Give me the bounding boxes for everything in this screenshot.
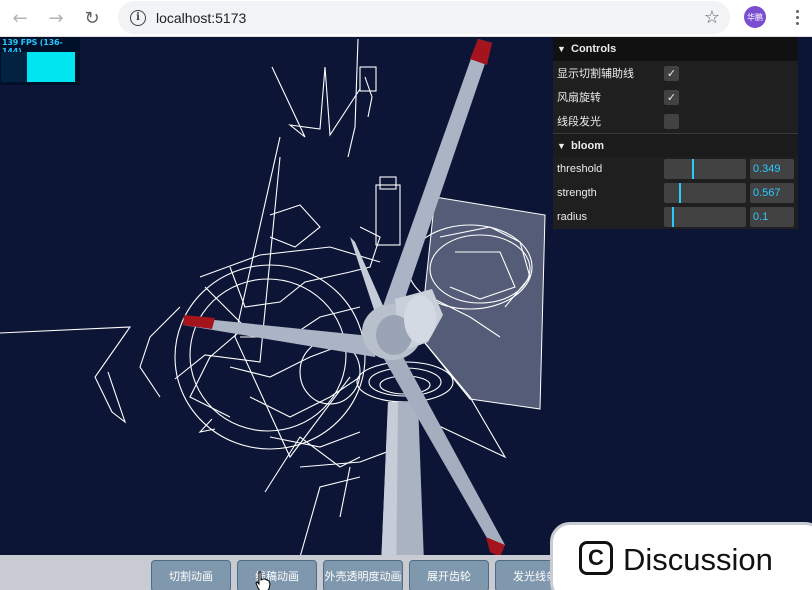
control-label: 显示切割辅助线 — [557, 68, 634, 80]
param-label: radius — [557, 211, 587, 223]
browser-toolbar: ← → ↻ i localhost:5173 ☆ 华鹏 — [0, 0, 812, 37]
address-bar[interactable]: i localhost:5173 ☆ — [118, 1, 730, 34]
wireframe-animation-button[interactable]: 线稿动画 — [237, 560, 317, 590]
control-show-cut-guides[interactable]: 显示切割辅助线 ✓ — [553, 61, 798, 85]
checkbox-fan-rotation[interactable]: ✓ — [664, 89, 679, 105]
back-arrow-icon[interactable]: ← — [6, 4, 34, 32]
control-line-glow[interactable]: 线段发光 — [553, 109, 798, 133]
profile-avatar[interactable]: 华鹏 — [744, 6, 766, 28]
bloom-radius-row[interactable]: radius 0.1 — [553, 205, 798, 229]
bloom-threshold-row[interactable]: threshold 0.349 — [553, 157, 798, 181]
threshold-slider[interactable] — [664, 159, 746, 179]
discussion-logo-icon: C — [579, 541, 613, 575]
param-label: threshold — [557, 163, 603, 175]
fps-stats-panel[interactable]: 139 FPS (136-144) — [0, 37, 80, 85]
slider-knob[interactable] — [679, 183, 681, 203]
slider-knob[interactable] — [672, 207, 674, 227]
checkbox-show-cut-guides[interactable]: ✓ — [664, 65, 679, 81]
kebab-menu-icon[interactable] — [787, 6, 807, 28]
forward-arrow-icon[interactable]: → — [42, 4, 70, 32]
chevron-down-icon: ▼ — [557, 140, 566, 151]
url-text: localhost:5173 — [156, 9, 247, 26]
webgl-viewport[interactable]: 139 FPS (136-144) ▼ Controls 显示切割辅助线 ✓ 风… — [0, 37, 812, 590]
controls-title: Controls — [571, 43, 617, 55]
fps-graph-bar — [27, 52, 75, 82]
discussion-label: Discussion — [623, 542, 773, 577]
reload-icon[interactable]: ↻ — [78, 4, 106, 32]
bookmark-star-icon[interactable]: ☆ — [704, 7, 720, 28]
bloom-title: bloom — [571, 139, 604, 152]
expand-gears-button[interactable]: 展开齿轮 — [409, 560, 489, 590]
strength-input[interactable]: 0.567 — [750, 183, 794, 203]
param-label: strength — [557, 187, 597, 199]
control-label: 风扇旋转 — [557, 92, 601, 104]
fps-graph — [1, 52, 75, 82]
radius-slider[interactable] — [664, 207, 746, 227]
radius-input[interactable]: 0.1 — [750, 207, 794, 227]
slider-knob[interactable] — [692, 159, 694, 179]
control-fan-rotation[interactable]: 风扇旋转 ✓ — [553, 85, 798, 109]
control-label: 线段发光 — [557, 116, 601, 128]
bloom-strength-row[interactable]: strength 0.567 — [553, 181, 798, 205]
bloom-folder-title[interactable]: ▼ bloom — [553, 133, 798, 157]
site-info-icon[interactable]: i — [130, 9, 146, 26]
threshold-input[interactable]: 0.349 — [750, 159, 794, 179]
controls-title-bar[interactable]: ▼ Controls — [553, 37, 798, 61]
shell-opacity-animation-button[interactable]: 外壳透明度动画 — [323, 560, 403, 590]
hand-cursor-icon — [255, 571, 271, 590]
strength-slider[interactable] — [664, 183, 746, 203]
cut-animation-button[interactable]: 切割动画 — [151, 560, 231, 590]
discussion-badge[interactable]: C Discussion — [550, 522, 812, 590]
checkbox-line-glow[interactable] — [664, 113, 679, 129]
chevron-down-icon: ▼ — [557, 44, 566, 54]
controls-panel: ▼ Controls 显示切割辅助线 ✓ 风扇旋转 ✓ 线段发光 ▼ bloom… — [553, 37, 798, 229]
